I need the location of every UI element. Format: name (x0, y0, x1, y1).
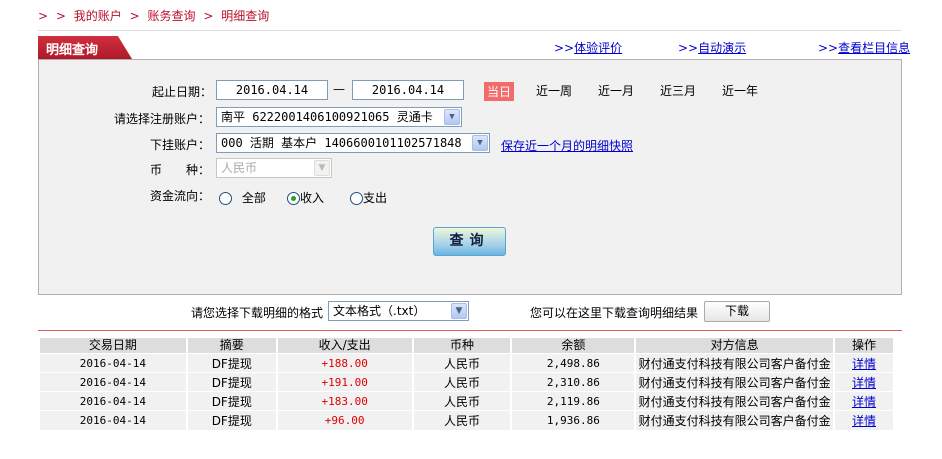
header-amount: 收入/支出 (276, 338, 414, 354)
divider (38, 330, 902, 331)
date-label: 起止日期： (151, 85, 212, 99)
radio-icon (350, 192, 363, 205)
chevron-down-icon: ▼ (451, 303, 467, 319)
cell-counterparty: 财付通支付科技有限公司客户备付金 (635, 372, 836, 392)
breadcrumb-arrow: > (203, 9, 214, 23)
cell-action: 详情 (834, 372, 895, 392)
divider (38, 30, 901, 31)
cell-date: 2016-04-14 (40, 410, 188, 430)
header-balance: 余额 (511, 338, 637, 354)
cell-date: 2016-04-14 (40, 372, 188, 392)
detail-link[interactable]: 详情 (852, 414, 876, 428)
cell-balance: 1,936.86 (511, 410, 637, 430)
table-row: 2016-04-14 DF提现 +183.00 人民币 2,119.86 财付通支付科技有… (40, 391, 895, 411)
range-month[interactable]: 近一月 (598, 82, 634, 99)
account-label: 请选择注册账户： (113, 112, 210, 126)
detail-link[interactable]: 详情 (852, 376, 876, 390)
flow-label: 资金流向： (149, 189, 210, 203)
table-row: 2016-04-14 DF提现 +188.00 人民币 2,498.86 财付通支付科技有… (40, 353, 895, 373)
chevron-down-icon: ▼ (314, 160, 330, 176)
header-summary: 摘要 (186, 338, 278, 354)
currency-select: 人民币 ▼ (216, 158, 332, 178)
breadcrumb: > > 我的账户 > 账务查询 > 明细查询 (38, 7, 273, 24)
radio-checked-icon (287, 192, 300, 205)
cell-amount: +188.00 (276, 353, 414, 373)
flow-expense-radio[interactable]: 支出 (350, 189, 387, 206)
cell-summary: DF提现 (186, 410, 278, 430)
download-button[interactable]: 下载 (704, 301, 770, 322)
cell-summary: DF提现 (186, 353, 278, 373)
sub-account-select[interactable]: 000 活期 基本户 1406600101102571848 ▼ (216, 133, 490, 153)
sub-account-label: 下挂账户： (149, 138, 210, 152)
cell-action: 详情 (834, 391, 895, 411)
table-header: 交易日期 摘要 收入/支出 币种 余额 对方信息 操作 (40, 338, 895, 354)
cell-balance: 2,498.86 (511, 353, 637, 373)
header-currency: 币种 (412, 338, 513, 354)
tab-detail-query[interactable]: 明细查询 (38, 36, 132, 59)
cell-balance: 2,119.86 (511, 391, 637, 411)
chevron-down-icon: ▼ (444, 109, 460, 125)
range-three-months[interactable]: 近三月 (660, 82, 696, 99)
cell-counterparty: 财付通支付科技有限公司客户备付金 (635, 353, 836, 373)
cell-currency: 人民币 (412, 391, 513, 411)
format-label: 请您选择下载明细的格式 (191, 306, 324, 320)
cell-date: 2016-04-14 (40, 391, 188, 411)
cell-summary: DF提现 (186, 391, 278, 411)
currency-label: 币 种： (149, 163, 210, 177)
cell-counterparty: 财付通支付科技有限公司客户备付金 (635, 391, 836, 411)
flow-income-radio[interactable]: 收入 (287, 189, 324, 206)
breadcrumb-my-account[interactable]: 我的账户 (74, 9, 122, 23)
transactions-table: 交易日期 摘要 收入/支出 币种 余额 对方信息 操作 2016-04-14 DF… (40, 338, 895, 430)
breadcrumb-arrow: > (38, 9, 49, 23)
header-action: 操作 (834, 338, 895, 354)
cell-amount: +191.00 (276, 372, 414, 392)
cell-currency: 人民币 (412, 410, 513, 430)
table-row: 2016-04-14 DF提现 +96.00 人民币 1,936.86 财付通支付科技有限… (40, 410, 895, 430)
cell-currency: 人民币 (412, 372, 513, 392)
flow-all-radio[interactable]: 全部 (219, 189, 266, 206)
cell-counterparty: 财付通支付科技有限公司客户备付金 (635, 410, 836, 430)
breadcrumb-arrow: > (55, 9, 66, 23)
cell-amount: +96.00 (276, 410, 414, 430)
radio-icon (219, 192, 232, 205)
cell-summary: DF提现 (186, 372, 278, 392)
header-counterparty: 对方信息 (635, 338, 836, 354)
date-separator: — (333, 82, 345, 96)
cell-amount: +183.00 (276, 391, 414, 411)
column-info-link[interactable]: >>查看栏目信息 (818, 39, 910, 56)
save-snapshot-link[interactable]: 保存近一个月的明细快照 (501, 137, 633, 154)
feedback-link[interactable]: >>体验评价 (554, 39, 622, 56)
breadcrumb-arrow: > (129, 9, 140, 23)
account-select[interactable]: 南平 6222001406100921065 灵通卡 ▼ (216, 107, 462, 127)
cell-currency: 人民币 (412, 353, 513, 373)
download-hint: 您可以在这里下载查询明细结果 (530, 306, 699, 320)
cell-balance: 2,310.86 (511, 372, 637, 392)
auto-demo-link[interactable]: >>自动演示 (678, 39, 746, 56)
cell-action: 详情 (834, 410, 895, 430)
breadcrumb-account-query[interactable]: 账务查询 (148, 9, 196, 23)
range-today[interactable]: 当日 (484, 82, 515, 101)
detail-link[interactable]: 详情 (852, 357, 876, 371)
detail-link[interactable]: 详情 (852, 395, 876, 409)
cell-action: 详情 (834, 353, 895, 373)
query-button[interactable]: 查询 (433, 227, 506, 256)
table-row: 2016-04-14 DF提现 +191.00 人民币 2,310.86 财付通支付科技有… (40, 372, 895, 392)
start-date-input[interactable]: 2016.04.14 (216, 80, 328, 100)
range-year[interactable]: 近一年 (722, 82, 758, 99)
range-week[interactable]: 近一周 (536, 82, 572, 99)
chevron-down-icon: ▼ (472, 135, 488, 151)
format-select[interactable]: 文本格式（.txt） ▼ (328, 301, 469, 321)
breadcrumb-detail-query: 明细查询 (221, 9, 270, 23)
header-date: 交易日期 (40, 338, 188, 354)
cell-date: 2016-04-14 (40, 353, 188, 373)
end-date-input[interactable]: 2016.04.14 (352, 80, 464, 100)
